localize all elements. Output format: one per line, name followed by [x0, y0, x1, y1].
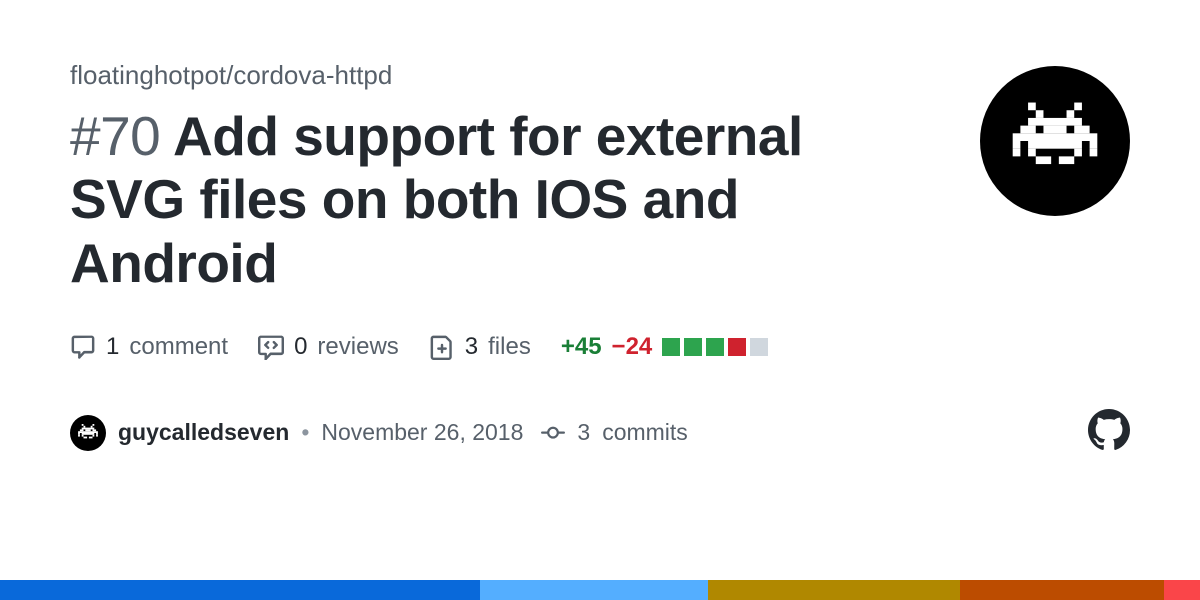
commits-label: commits — [602, 419, 688, 446]
language-segment — [1164, 580, 1200, 600]
reviews-label: reviews — [317, 333, 398, 361]
language-bar — [0, 580, 1200, 600]
code-review-icon — [258, 334, 284, 360]
comments-stat[interactable]: 1 comment — [70, 333, 228, 361]
commit-icon — [541, 421, 565, 445]
comments-count: 1 — [106, 333, 119, 361]
author-name[interactable]: guycalledseven — [118, 419, 289, 446]
files-count: 3 — [465, 333, 478, 361]
language-segment — [480, 580, 708, 600]
files-stat[interactable]: 3 files — [429, 333, 531, 361]
reviews-count: 0 — [294, 333, 307, 361]
reviews-stat[interactable]: 0 reviews — [258, 333, 399, 361]
additions: +45 — [561, 333, 602, 361]
date: November 26, 2018 — [321, 419, 523, 446]
pr-title-text: Add support for external SVG files on bo… — [70, 105, 803, 294]
files-label: files — [488, 333, 531, 361]
file-diff-icon — [429, 334, 455, 360]
diff-square — [684, 338, 702, 356]
language-segment — [960, 580, 1164, 600]
diff-square — [728, 338, 746, 356]
diff-stat: +45 −24 — [561, 333, 768, 361]
language-segment — [708, 580, 960, 600]
comments-label: comment — [129, 333, 228, 361]
deletions: −24 — [612, 333, 653, 361]
pr-number: 70 — [100, 105, 160, 167]
github-logo[interactable] — [1088, 409, 1130, 457]
diff-square — [662, 338, 680, 356]
invader-icon — [1005, 101, 1105, 181]
separator-dot: • — [301, 419, 309, 446]
github-icon — [1088, 409, 1130, 451]
commits-count: 3 — [577, 419, 590, 446]
author-avatar[interactable] — [70, 415, 106, 451]
pr-title: #70 Add support for external SVG files o… — [70, 105, 890, 295]
diff-square — [706, 338, 724, 356]
pr-number-hash: # — [70, 105, 100, 167]
meta-left: guycalledseven • November 26, 2018 3 com… — [70, 415, 688, 451]
stats-row: 1 comment 0 reviews 3 files +45 −24 — [70, 333, 1130, 361]
repo-path[interactable]: floatinghotpot/cordova-httpd — [70, 60, 890, 91]
diff-squares — [662, 338, 768, 356]
invader-icon — [76, 424, 100, 442]
repo-avatar[interactable] — [980, 66, 1130, 216]
diff-square — [750, 338, 768, 356]
language-segment — [0, 580, 480, 600]
comment-icon — [70, 334, 96, 360]
